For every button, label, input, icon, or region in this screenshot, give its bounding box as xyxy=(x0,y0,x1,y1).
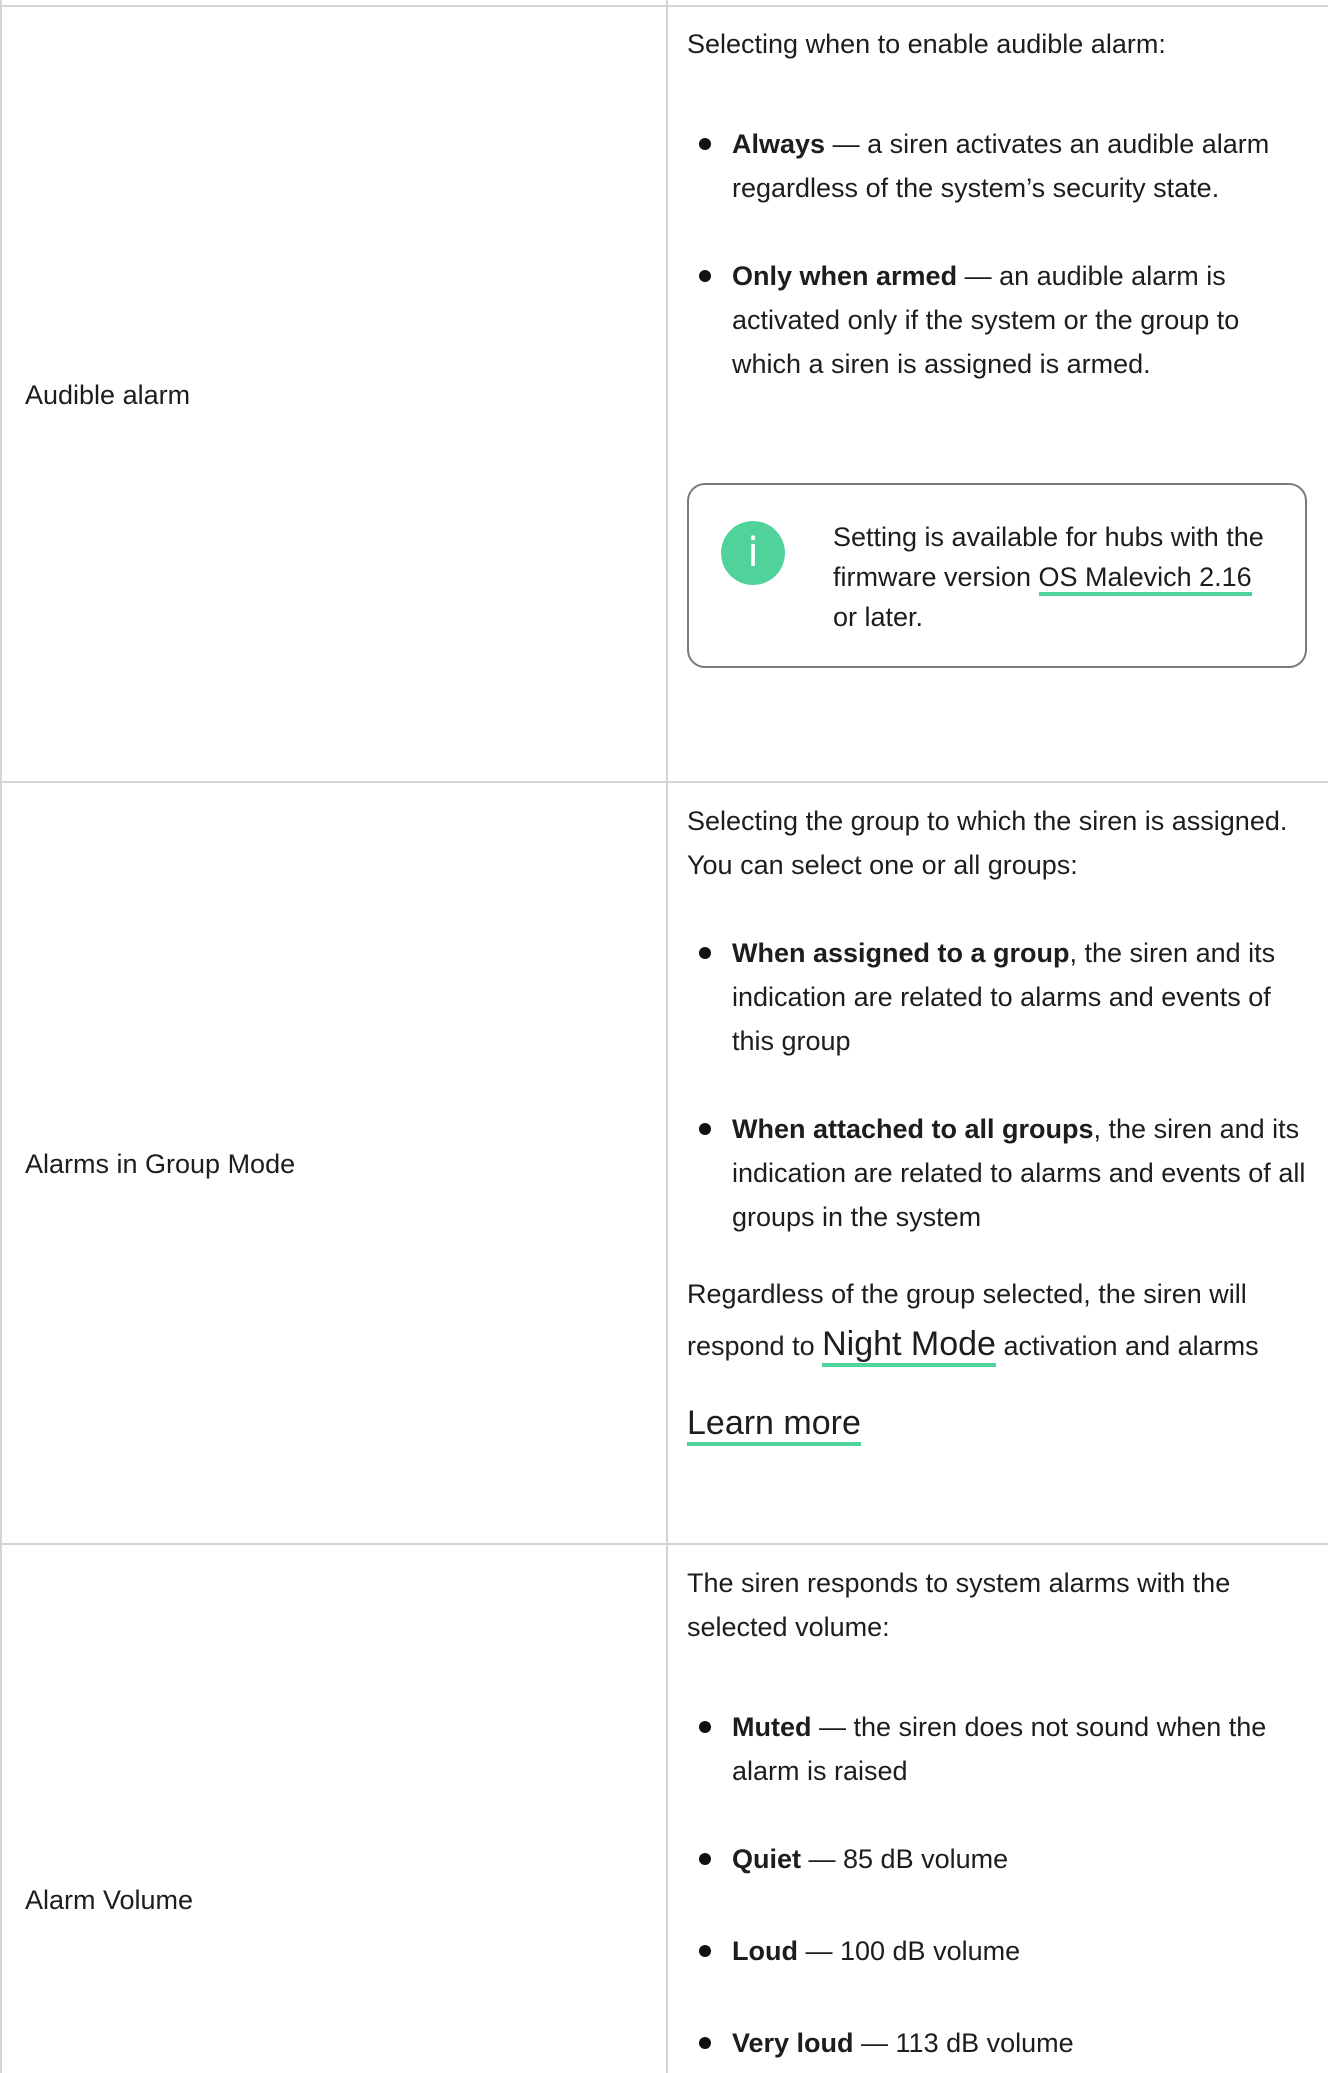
option-text: — 85 dB volume xyxy=(801,1844,1009,1874)
list-item: Loud — 100 dB volume xyxy=(687,1929,1307,1973)
option-list: Muted — the siren does not sound when th… xyxy=(687,1705,1307,2065)
table-row-divider xyxy=(0,781,1328,783)
list-item: Quiet — 85 dB volume xyxy=(687,1837,1307,1881)
table-left-border xyxy=(0,0,2,2073)
list-item: When attached to all groups, the siren a… xyxy=(687,1107,1307,1239)
list-item: Muted — the siren does not sound when th… xyxy=(687,1705,1307,1793)
list-item: Always — a siren activates an audible al… xyxy=(687,122,1307,210)
list-item: Only when armed — an audible alarm is ac… xyxy=(687,254,1307,386)
row-description-alarms-group-mode: Selecting the group to which the siren i… xyxy=(687,799,1307,1447)
list-item: When assigned to a group, the siren and … xyxy=(687,931,1307,1063)
row-label-audible-alarm: Audible alarm xyxy=(25,380,191,410)
note-text-after: or later. xyxy=(833,602,924,632)
intro-text: Selecting when to enable audible alarm: xyxy=(687,29,1166,59)
intro-text: The siren responds to system alarms with… xyxy=(687,1568,1231,1642)
row-label-alarms-group-mode: Alarms in Group Mode xyxy=(25,1149,296,1179)
info-note-text: Setting is available for hubs with the f… xyxy=(833,517,1273,637)
list-item: Very loud — 113 dB volume xyxy=(687,2021,1307,2065)
row-description-alarm-volume: The siren responds to system alarms with… xyxy=(687,1561,1307,2065)
table-row-divider xyxy=(0,1543,1328,1545)
option-term: Quiet xyxy=(732,1844,802,1874)
firmware-link[interactable]: OS Malevich 2.16 xyxy=(1038,562,1252,596)
table-column-divider xyxy=(666,0,668,2073)
option-list: When assigned to a group, the siren and … xyxy=(687,931,1307,1239)
table-row-divider xyxy=(0,5,1328,7)
outro-text-after: activation and alarms xyxy=(995,1331,1259,1361)
option-text: — 100 dB volume xyxy=(797,1936,1021,1966)
option-term: Very loud xyxy=(732,2028,854,2058)
info-icon: i xyxy=(721,521,785,585)
learn-more-link[interactable]: Learn more xyxy=(687,1404,861,1446)
outro-text: Regardless of the group selected, the si… xyxy=(687,1269,1307,1371)
option-list: Always — a siren activates an audible al… xyxy=(687,122,1307,386)
intro-text: Selecting the group to which the siren i… xyxy=(687,806,1288,880)
learn-more-paragraph: Learn more xyxy=(687,1401,1307,1447)
option-term: Muted xyxy=(732,1712,812,1742)
option-term: Loud xyxy=(732,1936,798,1966)
settings-table: Audible alarm Selecting when to enable a… xyxy=(0,0,1328,2073)
row-description-audible-alarm: Selecting when to enable audible alarm: … xyxy=(687,22,1307,386)
option-term: Always xyxy=(732,129,826,159)
night-mode-link[interactable]: Night Mode xyxy=(822,1325,996,1367)
option-term: When attached to all groups xyxy=(732,1114,1094,1144)
option-term: Only when armed xyxy=(732,261,958,291)
info-note: i Setting is available for hubs with the… xyxy=(687,483,1307,668)
option-text: — 113 dB volume xyxy=(853,2028,1074,2058)
option-term: When assigned to a group xyxy=(732,938,1070,968)
row-label-alarm-volume: Alarm Volume xyxy=(25,1885,194,1915)
option-text: — the siren does not sound when the alar… xyxy=(732,1712,1267,1786)
